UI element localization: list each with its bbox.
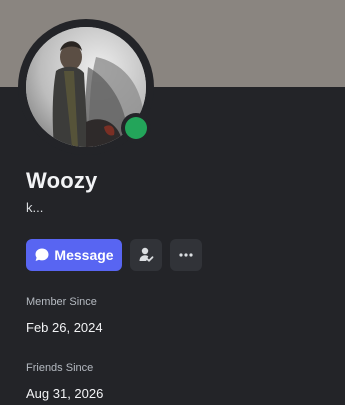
message-button[interactable]: Message — [26, 239, 122, 271]
friend-options-button[interactable] — [130, 239, 162, 271]
avatar-frame — [18, 19, 154, 155]
member-since-value: Feb 26, 2024 — [26, 320, 103, 335]
more-dots-icon — [179, 253, 193, 257]
message-button-label: Message — [54, 247, 114, 263]
custom-status: k... — [26, 200, 44, 215]
more-options-button[interactable] — [170, 239, 202, 271]
friends-since-label: Friends Since — [26, 362, 94, 374]
online-status-dot — [125, 117, 147, 139]
member-since-label: Member Since — [26, 296, 97, 308]
friend-check-icon — [139, 247, 154, 262]
chat-bubble-icon — [35, 248, 49, 261]
status-indicator — [121, 113, 151, 143]
friends-since-value: Aug 31, 2026 — [26, 386, 104, 401]
display-name: Woozy — [26, 168, 98, 193]
